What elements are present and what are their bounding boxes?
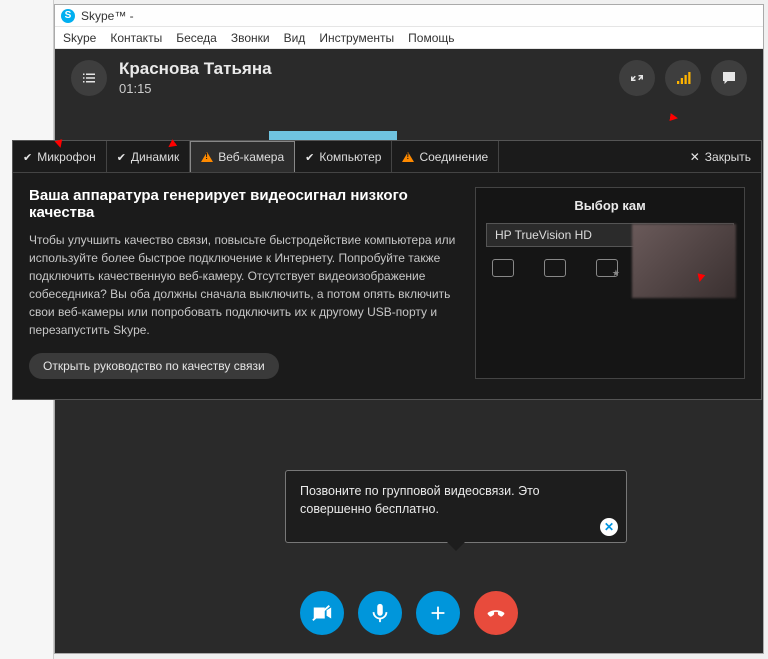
- call-duration: 01:15: [119, 81, 607, 96]
- call-header: Краснова Татьяна 01:15: [55, 49, 763, 106]
- menu-calls[interactable]: Звонки: [231, 31, 270, 45]
- menu-tools[interactable]: Инструменты: [319, 31, 394, 45]
- chat-toggle-button[interactable]: [711, 60, 747, 96]
- check-icon: [117, 150, 126, 164]
- fullscreen-button[interactable]: [619, 60, 655, 96]
- group-call-tooltip: Позвоните по групповой видеосвязи. Это с…: [285, 470, 627, 543]
- hangup-button[interactable]: [474, 591, 518, 635]
- menu-conversation[interactable]: Беседа: [176, 31, 217, 45]
- diag-title: Ваша аппаратура генерирует видеосигнал н…: [29, 187, 459, 221]
- tab-microphone[interactable]: Микрофон: [13, 141, 107, 172]
- diag-close-label: Закрыть: [705, 150, 751, 164]
- close-icon: [690, 150, 700, 164]
- title-text: Skype™ -: [81, 9, 134, 23]
- toggle-mic-button[interactable]: [358, 591, 402, 635]
- call-quality-panel: Микрофон Динамик Веб-камера Компьютер Со…: [12, 140, 762, 400]
- contact-name: Краснова Татьяна: [119, 59, 607, 79]
- tab-speaker[interactable]: Динамик: [107, 141, 191, 172]
- contact-info: Краснова Татьяна 01:15: [119, 59, 607, 96]
- call-quality-button[interactable]: [665, 60, 701, 96]
- camera-preview: [632, 224, 736, 298]
- tab-microphone-label: Микрофон: [37, 150, 95, 164]
- tab-connection-label: Соединение: [419, 150, 488, 164]
- skype-logo-icon: S: [61, 9, 75, 23]
- camera-select-title: Выбор кам: [486, 198, 734, 213]
- tab-computer-label: Компьютер: [319, 150, 381, 164]
- tooltip-text: Позвоните по групповой видеосвязи. Это с…: [300, 484, 540, 516]
- tab-webcam[interactable]: Веб-камера: [190, 141, 295, 172]
- titlebar: S Skype™ -: [55, 5, 763, 27]
- camera-panel: Выбор кам HP TrueVision HD: [475, 187, 745, 379]
- warning-icon: [201, 152, 213, 162]
- menu-help[interactable]: Помощь: [408, 31, 454, 45]
- menu-contacts[interactable]: Контакты: [110, 31, 162, 45]
- add-participant-button[interactable]: [416, 591, 460, 635]
- menubar: Skype Контакты Беседа Звонки Вид Инструм…: [55, 27, 763, 49]
- open-quality-guide-button[interactable]: Открыть руководство по качеству связи: [29, 353, 279, 379]
- toggle-video-button[interactable]: [300, 591, 344, 635]
- tab-webcam-label: Веб-камера: [218, 150, 284, 164]
- camera-mode-icon-2[interactable]: [544, 259, 566, 277]
- check-icon: [23, 150, 32, 164]
- tab-speaker-label: Динамик: [131, 150, 179, 164]
- tab-computer[interactable]: Компьютер: [295, 141, 392, 172]
- list-toggle-button[interactable]: [71, 60, 107, 96]
- check-icon: [305, 150, 314, 164]
- diag-close-button[interactable]: Закрыть: [680, 141, 761, 172]
- warning-icon: [402, 152, 414, 162]
- diag-tabs: Микрофон Динамик Веб-камера Компьютер Со…: [13, 141, 761, 173]
- menu-view[interactable]: Вид: [284, 31, 306, 45]
- tab-connection[interactable]: Соединение: [392, 141, 499, 172]
- diag-text: Чтобы улучшить качество связи, повысьте …: [29, 231, 459, 339]
- camera-mode-icon-1[interactable]: [492, 259, 514, 277]
- menu-skype[interactable]: Skype: [63, 31, 96, 45]
- tooltip-close-button[interactable]: ✕: [600, 518, 618, 536]
- call-controls: [55, 591, 763, 635]
- camera-mode-icon-3[interactable]: [596, 259, 618, 277]
